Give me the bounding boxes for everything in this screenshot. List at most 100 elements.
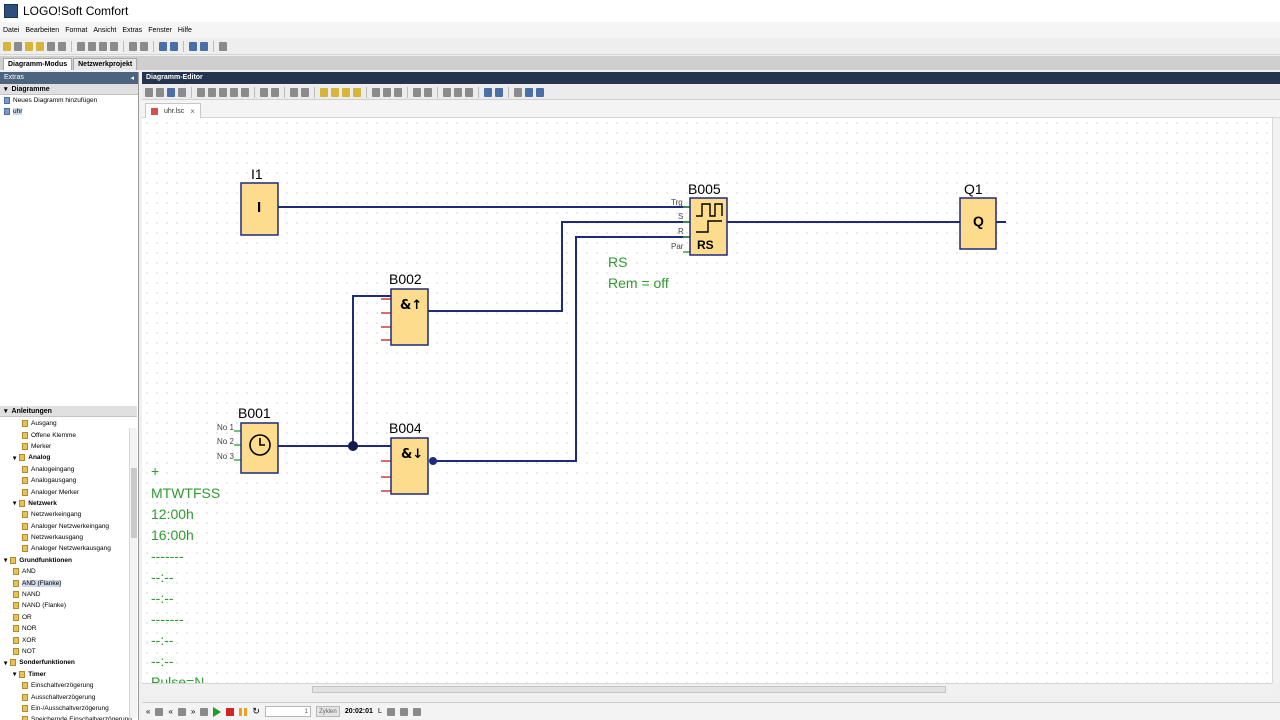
tree-item[interactable]: Analoger Merker [0, 486, 137, 497]
tree-item[interactable]: AND [0, 566, 137, 577]
zoom-in-icon[interactable] [413, 87, 421, 97]
lamp-icon[interactable] [177, 707, 186, 716]
chevron-down-icon[interactable]: ▾ [4, 659, 7, 667]
collapse-right-icon[interactable]: » [191, 707, 195, 716]
tree-category[interactable]: ▾ Netzwerk [0, 498, 137, 509]
merge-icon[interactable] [536, 87, 544, 97]
select-tool-icon[interactable] [145, 87, 153, 97]
network-icon[interactable] [200, 707, 209, 716]
canvas-vertical-scrollbar[interactable] [1272, 118, 1280, 683]
canvas-horizontal-scrollbar[interactable] [142, 683, 1272, 694]
split-icon[interactable] [525, 87, 533, 97]
redo-icon[interactable] [301, 87, 309, 97]
diagram-canvas[interactable]: I1 I B002 &↑ B001 No 1 No 2 No 3 B004 &↓ [142, 118, 1272, 683]
tree-item[interactable]: Merker [0, 441, 137, 452]
undo-icon[interactable] [129, 41, 137, 51]
tree-item[interactable]: NAND (Flanke) [0, 600, 137, 611]
block-b004[interactable]: B004 &↓ [389, 420, 429, 495]
cut-connection-icon[interactable] [197, 87, 205, 97]
online-test-icon[interactable] [495, 87, 503, 97]
transfer-to-logo-icon[interactable] [159, 41, 167, 51]
stop-icon[interactable] [226, 707, 235, 716]
new-menu-icon[interactable] [14, 41, 22, 51]
tree-item[interactable]: Ausgang [0, 418, 137, 429]
signal-icon[interactable] [514, 87, 522, 97]
tab-network-project[interactable]: Netzwerkprojekt [73, 58, 138, 70]
edit-icon[interactable] [443, 87, 451, 97]
tree-item[interactable]: AND (Flanke) [0, 577, 137, 588]
wire-b002-to-b005-s[interactable] [428, 221, 690, 312]
layout-split-icon[interactable] [383, 87, 391, 97]
block-a-icon[interactable] [320, 87, 328, 97]
tree-item[interactable]: Offene Klemme [0, 429, 137, 440]
tree-category[interactable]: ▾ Sonderfunktionen [0, 657, 137, 668]
menu-extras[interactable]: Extras [119, 27, 145, 34]
menu-hilfe[interactable]: Hilfe [175, 27, 195, 34]
align-left-icon[interactable] [208, 87, 216, 97]
tree-item[interactable]: Ein-/Ausschaltverzögerung [0, 703, 137, 714]
route-all-icon[interactable] [271, 87, 279, 97]
block-b001-body[interactable] [240, 422, 279, 474]
diagrams-section-header[interactable]: ▾ Diagramme [0, 84, 138, 95]
align-top-icon[interactable] [219, 87, 227, 97]
tree-category[interactable]: ▾ Grundfunktionen [0, 555, 137, 566]
chevron-down-icon[interactable]: ▾ [13, 499, 16, 507]
tree-category[interactable]: ▾ Analog [0, 452, 137, 463]
simulation-icon[interactable] [484, 87, 492, 97]
block-b-icon[interactable] [331, 87, 339, 97]
block-q1[interactable]: Q1 Q [959, 181, 997, 250]
tree-item[interactable]: Speichernde Einschaltverzögerung [0, 714, 137, 720]
tree-item[interactable]: Analoger Netzwerkausgang [0, 543, 137, 554]
tree-item[interactable]: Netzwerkausgang [0, 532, 137, 543]
help-context-icon[interactable] [219, 41, 227, 51]
open-file-icon[interactable] [25, 41, 33, 51]
copy-icon[interactable] [99, 41, 107, 51]
panel-icon[interactable] [412, 707, 421, 716]
collapse-panel-icon[interactable]: ◂ [130, 74, 134, 82]
scrollbar-thumb[interactable] [131, 468, 137, 538]
time-mode-indicator[interactable]: L [378, 708, 382, 715]
tree-item[interactable]: Netzwerkeingang [0, 509, 137, 520]
new-file-icon[interactable] [3, 41, 11, 51]
tree-item[interactable]: Analoger Netzwerkeingang [0, 521, 137, 532]
open-folder-icon[interactable] [36, 41, 44, 51]
tree-item[interactable]: Einschaltverzögerung [0, 680, 137, 691]
tree-item[interactable]: Analogausgang [0, 475, 137, 486]
undo-icon[interactable] [290, 87, 298, 97]
document-tab[interactable]: uhr.lsc × [145, 103, 201, 118]
tree-item[interactable]: Ausschaltverzögerung [0, 691, 137, 702]
wire-branch-to-b002[interactable] [352, 295, 391, 446]
add-diagram-item[interactable]: Neues Diagramm hinzufügen [0, 95, 138, 106]
align-bottom-icon[interactable] [241, 87, 249, 97]
layout-single-icon[interactable] [372, 87, 380, 97]
cut-icon[interactable] [77, 41, 85, 51]
block-d-icon[interactable] [353, 87, 361, 97]
tree-item[interactable]: NAND [0, 589, 137, 600]
menu-bearbeiten[interactable]: Bearbeiten [22, 27, 62, 34]
text-tool-icon[interactable] [178, 87, 186, 97]
transfer-from-logo-icon[interactable] [170, 41, 178, 51]
pause-icon[interactable] [239, 707, 248, 716]
clock-settings-icon[interactable] [386, 707, 395, 716]
diagram-file-item[interactable]: uhr [0, 106, 138, 117]
constants-tool-icon[interactable] [167, 87, 175, 97]
menu-format[interactable]: Format [62, 27, 90, 34]
redo-icon[interactable] [140, 41, 148, 51]
cycles-button[interactable]: Zyklen [315, 706, 340, 717]
chevron-down-icon[interactable]: ▾ [4, 556, 7, 564]
tree-item[interactable]: Analogeingang [0, 464, 137, 475]
tree-item[interactable]: NOR [0, 623, 137, 634]
reset-icon[interactable]: ↻ [252, 706, 260, 717]
scrollbar-thumb[interactable] [312, 686, 946, 693]
block-b001[interactable]: B001 No 1 No 2 No 3 [217, 405, 279, 474]
inputs-icon[interactable] [155, 707, 164, 716]
connect-tool-icon[interactable] [156, 87, 164, 97]
print-icon[interactable] [58, 41, 66, 51]
tab-diagram-mode[interactable]: Diagramm-Modus [3, 58, 73, 70]
block-i1[interactable]: I1 I [240, 166, 279, 236]
window-cascade-icon[interactable] [200, 41, 208, 51]
grid-icon[interactable] [399, 707, 408, 716]
menu-fenster[interactable]: Fenster [145, 27, 175, 34]
tree-item[interactable]: OR [0, 612, 137, 623]
menu-ansicht[interactable]: Ansicht [90, 27, 119, 34]
